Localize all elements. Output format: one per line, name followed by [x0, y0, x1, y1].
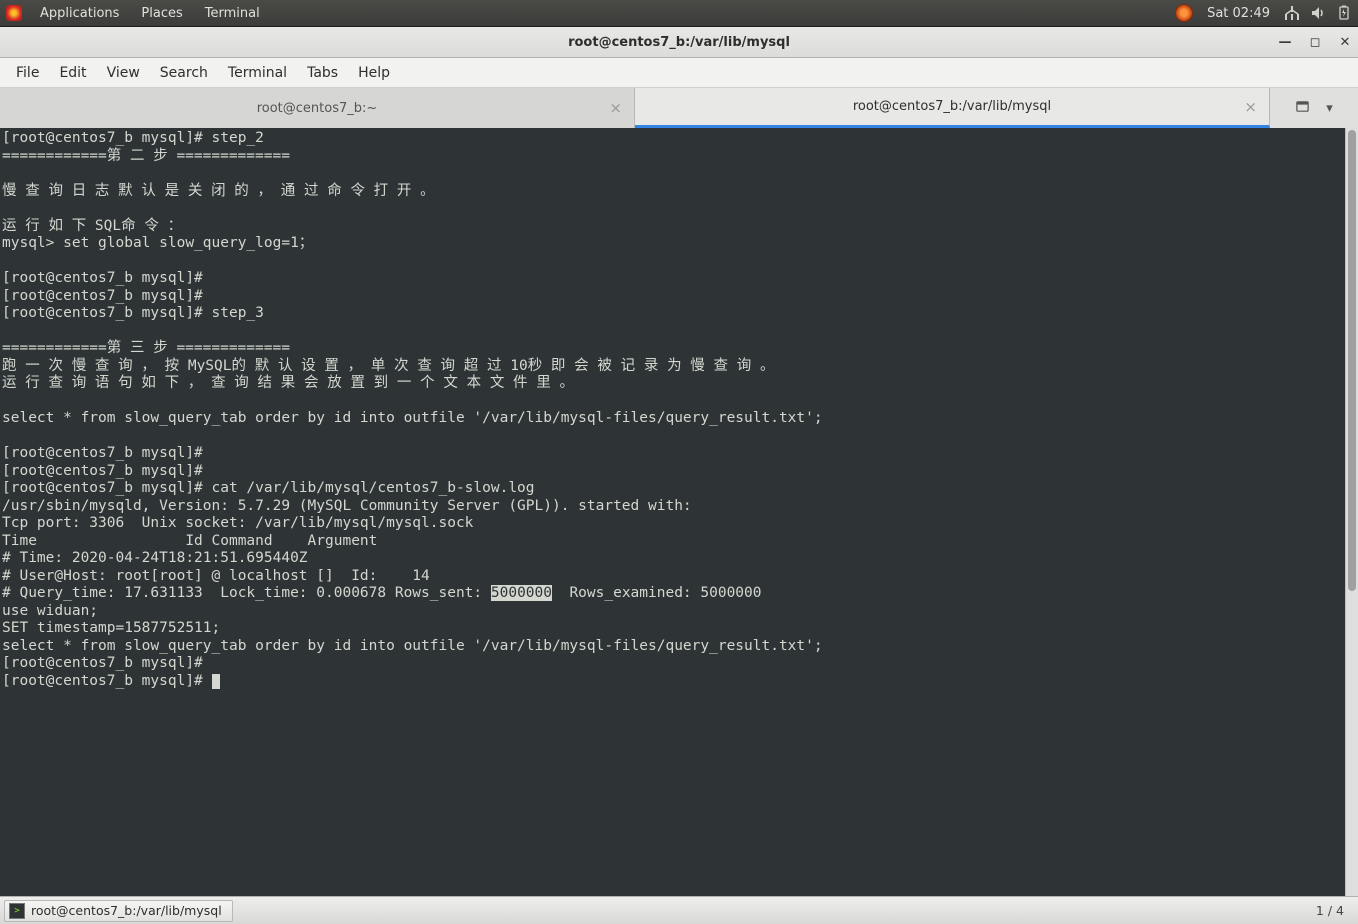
menu-view[interactable]: View — [99, 61, 148, 85]
panel-left-group: Applications Places Terminal — [6, 4, 264, 23]
terminal-line: [root@centos7_b mysql]# — [2, 445, 212, 461]
terminal-line: Tcp port: 3306 Unix socket: /var/lib/mys… — [2, 515, 473, 531]
terminal-icon — [9, 903, 25, 919]
window-controls: — ◻ ✕ — [1278, 35, 1352, 49]
terminal-scrollbar[interactable] — [1345, 128, 1358, 896]
menu-help[interactable]: Help — [350, 61, 398, 85]
terminal-cursor — [212, 674, 220, 689]
gnome-top-panel: Applications Places Terminal Sat 02:49 — [0, 0, 1358, 27]
terminal-line: ============第 二 步 ============= — [2, 148, 290, 164]
terminal-line: 运 行 如 下 SQL命 令 ： — [2, 218, 182, 234]
terminal-line: [root@centos7_b mysql]# step_2 — [2, 130, 264, 146]
maximize-button[interactable]: ◻ — [1308, 35, 1322, 49]
terminal-line: [root@centos7_b mysql]# — [2, 270, 212, 286]
scrollbar-thumb[interactable] — [1348, 130, 1356, 591]
terminal-line: select * from slow_query_tab order by id… — [2, 638, 823, 654]
terminal-line: select * from slow_query_tab order by id… — [2, 410, 823, 426]
tab-extra-controls: ▾ — [1270, 88, 1358, 128]
weather-icon[interactable] — [1175, 4, 1193, 22]
tab-close-icon[interactable]: × — [1244, 98, 1257, 116]
terminal-area: [root@centos7_b mysql]# step_2 =========… — [0, 128, 1358, 896]
window-title: root@centos7_b:/var/lib/mysql — [568, 35, 790, 50]
terminal-line: [root@centos7_b mysql]# — [2, 673, 220, 689]
tab-label: root@centos7_b:~ — [257, 101, 378, 116]
tab-dropdown-icon[interactable]: ▾ — [1326, 101, 1333, 116]
terminal-line: [root@centos7_b mysql]# — [2, 655, 212, 671]
places-menu[interactable]: Places — [137, 4, 186, 23]
terminal-line: 慢 查 询 日 志 默 认 是 关 闭 的 ， 通 过 命 令 打 开 。 — [2, 183, 435, 199]
terminal-line: [root@centos7_b mysql]# step_3 — [2, 305, 264, 321]
terminal-line: mysql> set global slow_query_log=1； — [2, 235, 313, 251]
terminal-line: # Query_time: 17.631133 Lock_time: 0.000… — [2, 585, 762, 601]
distro-logo-icon — [6, 5, 22, 21]
terminal-line: [root@centos7_b mysql]# — [2, 463, 212, 479]
menu-tabs[interactable]: Tabs — [299, 61, 346, 85]
menu-file[interactable]: File — [8, 61, 47, 85]
terminal-line: 运 行 查 询 语 句 如 下 ， 查 询 结 果 会 放 置 到 一 个 文 … — [2, 375, 574, 391]
terminal-line: # Time: 2020-04-24T18:21:51.695440Z — [2, 550, 308, 566]
terminal-line: ============第 三 步 ============= — [2, 340, 290, 356]
tab-label: root@centos7_b:/var/lib/mysql — [853, 99, 1051, 114]
tab-mysql[interactable]: root@centos7_b:/var/lib/mysql × — [635, 88, 1270, 128]
terminal-app-menu[interactable]: Terminal — [201, 4, 264, 23]
menu-edit[interactable]: Edit — [51, 61, 94, 85]
terminal-line: # User@Host: root[root] @ localhost [] I… — [2, 568, 430, 584]
clock[interactable]: Sat 02:49 — [1203, 4, 1274, 23]
volume-icon[interactable] — [1310, 5, 1326, 21]
terminal-output[interactable]: [root@centos7_b mysql]# step_2 =========… — [0, 128, 1345, 896]
terminal-line: Time Id Command Argument — [2, 533, 377, 549]
window-titlebar[interactable]: root@centos7_b:/var/lib/mysql — ◻ ✕ — [0, 27, 1358, 58]
battery-icon[interactable] — [1336, 5, 1352, 21]
taskbar-item-label: root@centos7_b:/var/lib/mysql — [31, 903, 222, 918]
panel-right-group: Sat 02:49 — [1175, 4, 1352, 23]
menu-search[interactable]: Search — [152, 61, 216, 85]
terminal-line: /usr/sbin/mysqld, Version: 5.7.29 (MySQL… — [2, 498, 692, 514]
tab-close-icon[interactable]: × — [609, 99, 622, 117]
new-tab-button[interactable] — [1295, 99, 1310, 118]
terminal-line: [root@centos7_b mysql]# — [2, 288, 212, 304]
terminal-line: [root@centos7_b mysql]# cat /var/lib/mys… — [2, 480, 535, 496]
terminal-menubar: File Edit View Search Terminal Tabs Help — [0, 58, 1358, 88]
close-button[interactable]: ✕ — [1338, 35, 1352, 49]
network-icon[interactable] — [1284, 5, 1300, 21]
workspace-indicator[interactable]: 1 / 4 — [1306, 903, 1354, 918]
applications-menu[interactable]: Applications — [36, 4, 123, 23]
taskbar-window-item[interactable]: root@centos7_b:/var/lib/mysql — [4, 900, 233, 922]
minimize-button[interactable]: — — [1278, 35, 1292, 49]
terminal-line: SET timestamp=1587752511; — [2, 620, 220, 636]
menu-terminal[interactable]: Terminal — [220, 61, 295, 85]
terminal-line: 跑 一 次 慢 查 询 ， 按 MySQL的 默 认 设 置 ， 单 次 查 询… — [2, 358, 775, 374]
bottom-taskbar: root@centos7_b:/var/lib/mysql 1 / 4 — [0, 896, 1358, 924]
terminal-tabbar: root@centos7_b:~ × root@centos7_b:/var/l… — [0, 88, 1358, 128]
highlighted-text: 5000000 — [491, 585, 552, 601]
terminal-line: use widuan; — [2, 603, 98, 619]
tab-home[interactable]: root@centos7_b:~ × — [0, 88, 635, 128]
